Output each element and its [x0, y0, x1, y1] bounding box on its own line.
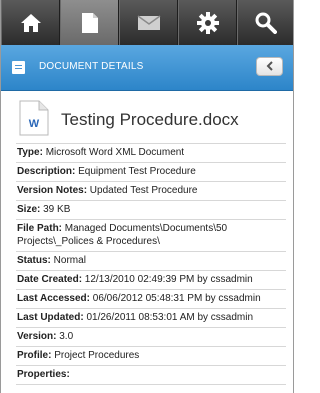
page-title: DOCUMENT DETAILS — [39, 61, 144, 72]
property-value: Project Procedures — [51, 350, 140, 361]
property-value: 3.0 — [56, 331, 74, 342]
list-item: Last Accessed: 06/06/2012 05:48:31 PM by… — [16, 290, 286, 309]
home-button[interactable] — [1, 0, 60, 45]
property-label: File Path: — [17, 223, 63, 234]
envelope-icon — [137, 14, 161, 31]
property-label: Properties: — [17, 369, 70, 380]
gear-icon — [196, 11, 219, 34]
list-item: Description: Equipment Test Procedure — [16, 163, 286, 182]
document-details-icon — [12, 61, 25, 74]
top-nav-bar — [1, 0, 293, 45]
property-label: Version Notes: — [17, 185, 88, 196]
list-item: Type: Microsoft Word XML Document — [16, 143, 286, 163]
property-label: Version: — [17, 331, 57, 342]
property-value: Updated Test Procedure — [87, 185, 198, 196]
property-label: Type: — [17, 147, 43, 158]
list-item: Version Notes: Updated Test Procedure — [16, 182, 286, 201]
property-value: 01/26/2011 08:53:01 AM by cssadmin — [83, 312, 254, 323]
word-icon-letter: W — [29, 118, 40, 130]
list-item: Size: 39 KB — [16, 201, 286, 220]
list-item: Properties: — [16, 366, 286, 385]
property-label: Profile: — [17, 350, 52, 361]
property-label: Date Created: — [17, 274, 83, 285]
property-label: Last Updated: — [17, 312, 84, 323]
section-header: DOCUMENT DETAILS — [1, 45, 293, 91]
list-item: Version: 3.0 — [16, 328, 286, 347]
property-value: Normal — [50, 255, 86, 266]
chevron-left-icon — [266, 58, 274, 76]
word-document-icon: W — [19, 100, 49, 136]
documents-button[interactable] — [60, 0, 119, 45]
property-label: Size: — [17, 204, 41, 215]
app-frame: DOCUMENT DETAILS W Testing Procedure.doc… — [0, 0, 294, 393]
search-button[interactable] — [237, 0, 293, 45]
property-value: Equipment Test Procedure — [75, 166, 196, 177]
list-item: Status: Normal — [16, 252, 286, 271]
list-item: Date Created: 12/13/2010 02:49:39 PM by … — [16, 271, 286, 290]
property-label: Last Accessed: — [17, 293, 90, 304]
property-value: 06/06/2012 05:48:31 PM by cssadmin — [90, 293, 261, 304]
search-icon — [255, 12, 277, 34]
property-value: 39 KB — [40, 204, 71, 215]
list-item: Last Updated: 01/26/2011 08:53:01 AM by … — [16, 309, 286, 328]
property-label: Description: — [17, 166, 76, 177]
properties-list: Type: Microsoft Word XML Document Descri… — [16, 143, 286, 385]
list-item: File Path: Managed Documents\Documents\5… — [16, 220, 286, 252]
property-value: 12/13/2010 02:49:39 PM by cssadmin — [82, 274, 253, 285]
back-button[interactable] — [256, 57, 283, 76]
document-icon — [81, 12, 99, 34]
property-value: Microsoft Word XML Document — [42, 147, 185, 158]
property-label: Status: — [17, 255, 51, 266]
list-item: Profile: Project Procedures — [16, 347, 286, 366]
settings-button[interactable] — [178, 0, 237, 45]
document-title: Testing Procedure.docx — [61, 110, 239, 129]
mail-button[interactable] — [119, 0, 178, 45]
home-icon — [20, 13, 42, 33]
